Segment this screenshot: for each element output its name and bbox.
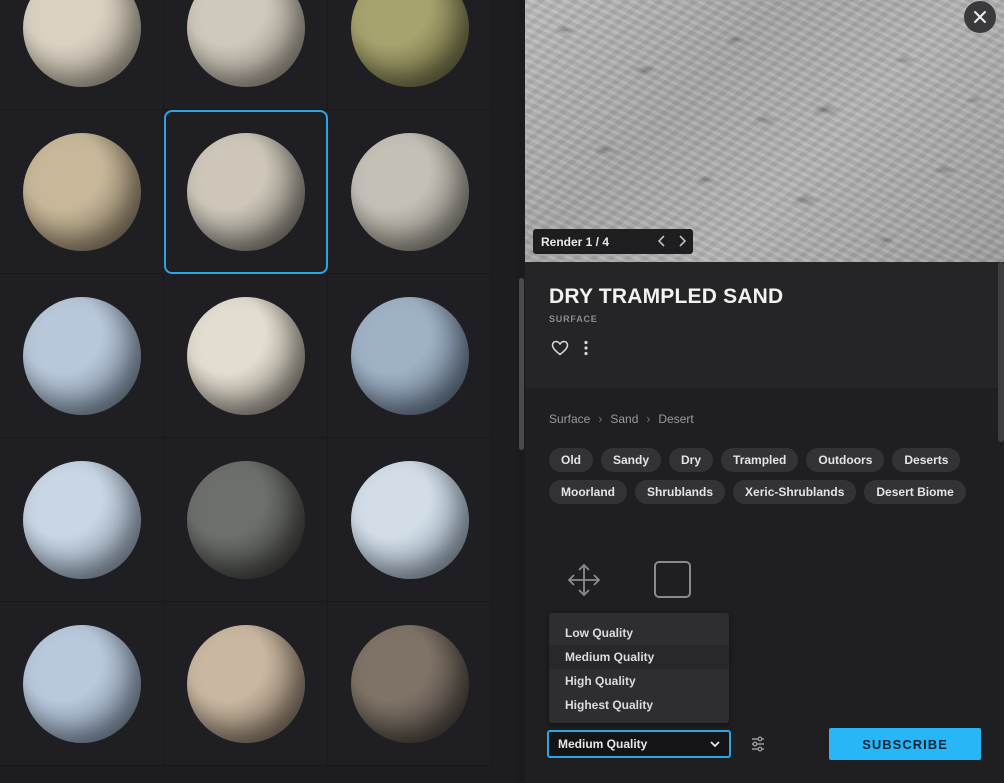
- material-thumbnail[interactable]: [164, 110, 328, 274]
- detail-scrollbar-thumb[interactable]: [998, 262, 1004, 442]
- material-thumbnail[interactable]: [328, 438, 492, 602]
- material-sphere-preview: [23, 133, 141, 251]
- grid-scrollbar-thumb[interactable]: [519, 278, 524, 450]
- move-arrows-icon[interactable]: [566, 562, 602, 598]
- material-thumbnail[interactable]: [164, 602, 328, 766]
- tag-desert-biome[interactable]: Desert Biome: [864, 480, 966, 504]
- quality-option-high[interactable]: High Quality: [549, 669, 729, 693]
- tag-dry[interactable]: Dry: [669, 448, 714, 472]
- material-thumbnail[interactable]: [0, 438, 164, 602]
- app-root: Render 1 / 4 DRY TRAMPLED SAND SURFACE S…: [0, 0, 1004, 783]
- material-sphere-preview: [23, 0, 141, 87]
- material-sphere-preview: [351, 0, 469, 87]
- material-grid-panel: [0, 0, 525, 783]
- material-title: DRY TRAMPLED SAND: [549, 285, 784, 308]
- subscribe-button[interactable]: SUBSCRIBE: [829, 728, 981, 760]
- material-thumbnail[interactable]: [328, 602, 492, 766]
- tag-trampled[interactable]: Trampled: [721, 448, 799, 472]
- material-thumbnail[interactable]: [328, 0, 492, 110]
- quality-select-value: Medium Quality: [558, 737, 648, 751]
- tag-list: Old Sandy Dry Trampled Outdoors Deserts …: [549, 448, 979, 504]
- material-sphere-preview: [23, 461, 141, 579]
- quality-option-highest[interactable]: Highest Quality: [549, 693, 729, 717]
- material-sphere-preview: [187, 133, 305, 251]
- material-detail-panel: Render 1 / 4 DRY TRAMPLED SAND SURFACE S…: [525, 0, 1004, 783]
- heart-icon[interactable]: [551, 340, 569, 356]
- breadcrumb: Surface › Sand › Desert: [549, 412, 694, 426]
- tag-old[interactable]: Old: [549, 448, 593, 472]
- tag-moorland[interactable]: Moorland: [549, 480, 627, 504]
- chevron-left-icon[interactable]: [657, 234, 667, 248]
- tag-sandy[interactable]: Sandy: [601, 448, 662, 472]
- chevron-right-icon[interactable]: [677, 234, 687, 248]
- material-thumbnail[interactable]: [164, 274, 328, 438]
- breadcrumb-item-desert[interactable]: Desert: [658, 412, 693, 426]
- tag-outdoors[interactable]: Outdoors: [806, 448, 885, 472]
- chevron-right-icon: ›: [598, 412, 603, 426]
- more-vertical-icon[interactable]: [583, 340, 589, 356]
- material-sphere-preview: [351, 461, 469, 579]
- quality-dropdown-menu: Low Quality Medium Quality High Quality …: [549, 613, 729, 723]
- material-grid: [0, 0, 492, 766]
- material-sphere-preview: [351, 625, 469, 743]
- material-sphere-preview: [187, 461, 305, 579]
- material-sphere-preview: [351, 297, 469, 415]
- material-thumbnail[interactable]: [164, 438, 328, 602]
- material-sphere-preview: [187, 297, 305, 415]
- render-navigator: Render 1 / 4: [533, 229, 693, 254]
- view-tools: [566, 561, 691, 598]
- material-thumbnail[interactable]: [0, 602, 164, 766]
- material-sphere-preview: [23, 297, 141, 415]
- material-category: SURFACE: [549, 314, 598, 324]
- material-thumbnail[interactable]: [164, 0, 328, 110]
- material-thumbnail[interactable]: [328, 110, 492, 274]
- material-thumbnail[interactable]: [328, 274, 492, 438]
- tag-deserts[interactable]: Deserts: [892, 448, 961, 472]
- close-icon: [974, 11, 986, 23]
- close-button[interactable]: [964, 1, 996, 33]
- quality-select[interactable]: Medium Quality: [547, 730, 731, 758]
- chevron-down-icon: [710, 741, 720, 748]
- material-sphere-preview: [351, 133, 469, 251]
- breadcrumb-item-surface[interactable]: Surface: [549, 412, 590, 426]
- material-sphere-preview: [187, 0, 305, 87]
- action-icons: [551, 340, 589, 356]
- chevron-right-icon: ›: [646, 412, 651, 426]
- tag-shrublands[interactable]: Shrublands: [635, 480, 726, 504]
- material-sphere-preview: [187, 625, 305, 743]
- render-preview: [525, 0, 1004, 262]
- sliders-icon[interactable]: [750, 736, 766, 752]
- material-thumbnail[interactable]: [0, 0, 164, 110]
- tag-xeric-shrublands[interactable]: Xeric-Shrublands: [733, 480, 857, 504]
- material-thumbnail[interactable]: [0, 274, 164, 438]
- quality-option-medium[interactable]: Medium Quality: [549, 645, 729, 669]
- breadcrumb-item-sand[interactable]: Sand: [610, 412, 638, 426]
- material-sphere-preview: [23, 625, 141, 743]
- quality-option-low[interactable]: Low Quality: [549, 621, 729, 645]
- material-thumbnail[interactable]: [0, 110, 164, 274]
- render-counter: Render 1 / 4: [541, 234, 610, 249]
- square-tile-icon[interactable]: [654, 561, 691, 598]
